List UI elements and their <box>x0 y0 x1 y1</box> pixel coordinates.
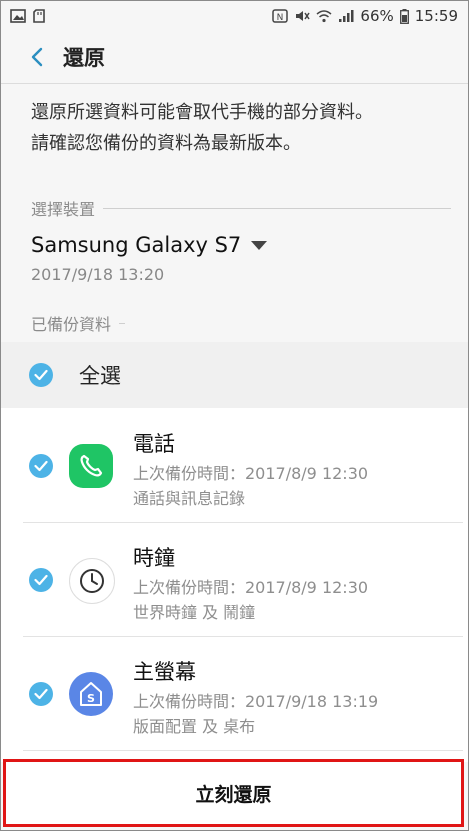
page-title: 還原 <box>63 46 105 70</box>
select-all-row[interactable]: 全選 <box>1 342 468 408</box>
check-icon <box>34 369 48 381</box>
item-checkbox[interactable] <box>29 568 53 592</box>
nfc-icon: N <box>272 9 289 23</box>
section-header-select-device: 選擇裝置 <box>31 196 451 220</box>
select-all-label: 全選 <box>79 364 121 388</box>
status-bar-right: N 66% 15:59 <box>272 7 458 25</box>
chevron-left-icon <box>31 47 43 67</box>
section-header-label: 選擇裝置 <box>31 200 96 219</box>
screen: N 66% 15:59 還原 還原所選資料可能會取代手機的部分資料。 請確認您備… <box>0 0 469 831</box>
item-details: 版面配置 及 桌布 <box>133 717 256 736</box>
home-screen-icon: S <box>69 672 113 716</box>
backup-data-list: 全選 電話 上次備份時間：2017/8/9 12:30 通話與訊息記錄 時鐘 上… <box>1 342 468 762</box>
item-last-backup: 上次備份時間：2017/8/9 12:30 <box>133 578 369 597</box>
phone-icon <box>69 444 113 488</box>
battery-icon <box>399 8 409 24</box>
check-icon <box>34 688 48 700</box>
device-name: Samsung Galaxy S7 <box>31 233 242 257</box>
gallery-notification-icon <box>10 9 26 23</box>
battery-percent: 66% <box>360 7 394 25</box>
intro-line-1: 還原所選資料可能會取代手機的部分資料。 <box>31 102 373 123</box>
item-checkbox[interactable] <box>29 682 53 706</box>
intro-line-2: 請確認您備份的資料為最新版本。 <box>31 133 301 154</box>
status-bar-left <box>10 9 48 23</box>
dropdown-arrow-icon <box>251 240 268 250</box>
item-checkbox[interactable] <box>29 454 53 478</box>
app-bar: 還原 <box>1 31 468 84</box>
device-backup-date: 2017/9/18 13:20 <box>31 265 165 284</box>
clock-time: 15:59 <box>414 7 458 25</box>
restore-now-button[interactable]: 立刻還原 <box>3 759 464 827</box>
item-title: 主螢幕 <box>133 660 196 684</box>
item-last-backup: 上次備份時間：2017/9/18 13:19 <box>133 692 379 711</box>
check-icon <box>34 574 48 586</box>
section-divider <box>119 322 126 324</box>
check-icon <box>34 460 48 472</box>
item-title: 電話 <box>133 432 175 456</box>
section-header-backed-up-data: 已備份資料 <box>31 311 451 335</box>
list-item-clock[interactable]: 時鐘 上次備份時間：2017/8/9 12:30 世界時鐘 及 鬧鐘 <box>1 522 468 635</box>
sd-card-icon <box>33 9 45 23</box>
section-header-label: 已備份資料 <box>31 315 112 334</box>
section-divider <box>103 207 451 209</box>
item-last-backup: 上次備份時間：2017/8/9 12:30 <box>133 464 369 483</box>
device-selector[interactable]: Samsung Galaxy S7 <box>31 233 268 257</box>
wifi-icon <box>316 10 332 23</box>
list-item-phone[interactable]: 電話 上次備份時間：2017/8/9 12:30 通話與訊息記錄 <box>1 408 468 521</box>
back-button[interactable] <box>17 37 57 77</box>
mute-icon <box>296 11 311 21</box>
select-all-checkbox[interactable] <box>29 363 53 387</box>
item-details: 通話與訊息記錄 <box>133 489 246 508</box>
list-item-home-screen[interactable]: S 主螢幕 上次備份時間：2017/9/18 13:19 版面配置 及 桌布 <box>1 636 468 749</box>
row-divider <box>23 522 463 523</box>
clock-icon <box>69 558 115 604</box>
intro-text: 還原所選資料可能會取代手機的部分資料。 請確認您備份的資料為最新版本。 <box>31 97 451 159</box>
svg-text:S: S <box>87 692 95 705</box>
row-divider <box>23 750 463 751</box>
signal-icon <box>339 10 354 22</box>
row-divider <box>23 636 463 637</box>
item-title: 時鐘 <box>133 546 175 570</box>
svg-text:N: N <box>277 13 284 23</box>
item-details: 世界時鐘 及 鬧鐘 <box>133 603 256 622</box>
status-bar: N 66% 15:59 <box>1 1 468 31</box>
